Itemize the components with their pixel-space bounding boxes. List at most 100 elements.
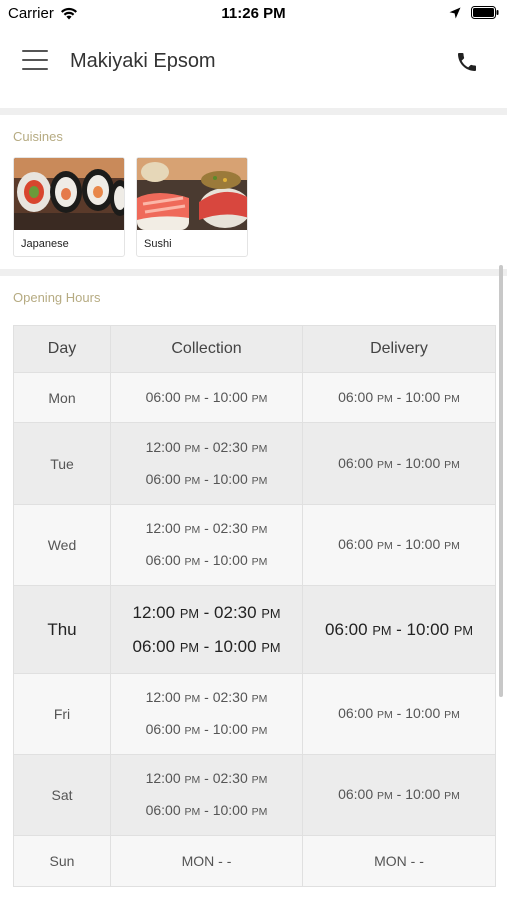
collection-time-slot: 06:00 PM - 10:00 PM	[145, 470, 268, 487]
ampm-label: PM	[184, 774, 201, 786]
table-row: Sun MON - - MON - -	[13, 835, 496, 887]
collection-time-slot: 12:00 PM - 02:30 PM	[145, 770, 268, 786]
ampm-label: PM	[444, 540, 460, 552]
delivery-time-slot: 06:00 PM - 10:00 PM	[325, 619, 473, 639]
ampm-label: PM	[184, 474, 201, 487]
time-value: 02:30	[214, 602, 257, 622]
scrollbar[interactable]	[499, 265, 503, 697]
opening-hours-body: Mon 06:00 PM - 10:00 PM 06:00 PM - 10:00 P…	[13, 372, 496, 887]
time-value: 06:00	[338, 388, 374, 405]
section-divider	[0, 269, 507, 276]
time-value: 06:00	[325, 619, 368, 639]
table-row: Thu 12:00 PM - 02:30 PM 06:00 PM - 10:00 P…	[13, 585, 496, 674]
ampm-label: PM	[444, 709, 460, 721]
time-value: 12:00	[145, 520, 181, 536]
time-value: 06:00	[338, 536, 374, 552]
time-value: 12:00	[132, 602, 176, 622]
day-cell: Wed	[13, 504, 111, 586]
collection-cell: 12:00 PM - 02:30 PM 06:00 PM - 10:00 PM	[110, 504, 303, 586]
page-title: Makiyaki Epsom	[70, 50, 216, 72]
time-value: 10:00	[214, 636, 257, 656]
section-divider	[0, 108, 507, 115]
cuisine-card-japanese[interactable]: Japanese	[13, 157, 125, 257]
column-header-collection: Collection	[110, 325, 303, 373]
sushi-food-image	[137, 158, 247, 230]
delivery-time-slot: 06:00 PM - 10:00 PM	[338, 786, 460, 802]
time-value: 06:00	[145, 552, 181, 568]
day-cell: Mon	[13, 372, 111, 423]
table-row: Sat 12:00 PM - 02:30 PM 06:00 PM - 10:00 P…	[13, 754, 496, 836]
location-arrow-icon	[449, 7, 461, 18]
opening-hours-label: Opening Hours	[13, 290, 101, 305]
delivery-time-slot: 06:00 PM - 10:00 PM	[338, 536, 460, 552]
ampm-label: PM	[261, 639, 281, 655]
ampm-label: PM	[251, 442, 268, 455]
ampm-label: PM	[251, 392, 268, 405]
time-value: 06:00	[145, 802, 181, 818]
delivery-time-slot: 06:00 PM - 10:00 PM	[338, 388, 460, 405]
day-cell: Sun	[13, 835, 111, 887]
time-value: 02:30	[212, 520, 248, 536]
collection-time-slot: 12:00 PM - 02:30 PM	[145, 689, 268, 705]
ampm-label: PM	[377, 709, 393, 721]
collection-time-slot: 06:00 PM - 10:00 PM	[145, 721, 268, 737]
cuisine-name: Japanese	[21, 238, 69, 250]
delivery-time-slot: 06:00 PM - 10:00 PM	[338, 705, 460, 721]
ampm-label: PM	[184, 524, 201, 536]
ampm-label: PM	[179, 605, 199, 621]
day-cell: Tue	[13, 422, 111, 505]
collection-cell: MON - -	[110, 835, 303, 887]
delivery-cell: 06:00 PM - 10:00 PM	[302, 422, 496, 505]
time-value: 10:00	[405, 786, 441, 802]
table-row: Wed 12:00 PM - 02:30 PM 06:00 PM - 10:00 P…	[13, 504, 496, 586]
ampm-label: PM	[184, 442, 201, 455]
time-value: 12:00	[145, 689, 181, 705]
collection-cell: 06:00 PM - 10:00 PM	[110, 372, 303, 423]
collection-time-slot: 12:00 PM - 02:30 PM	[145, 520, 268, 536]
day-cell: Sat	[13, 754, 111, 836]
collection-time-slot: 06:00 PM - 10:00 PM	[145, 802, 268, 818]
day-cell: Thu	[13, 585, 111, 674]
time-value: 06:00	[145, 470, 181, 487]
hamburger-menu-icon[interactable]	[22, 50, 48, 72]
ampm-label: PM	[184, 725, 201, 737]
collection-cell: 12:00 PM - 02:30 PM 06:00 PM - 10:00 PM	[110, 585, 303, 674]
ampm-label: PM	[377, 392, 393, 405]
ampm-label: PM	[444, 392, 460, 405]
cuisine-card-sushi[interactable]: Sushi	[136, 157, 248, 257]
battery-icon	[471, 6, 499, 19]
ampm-label: PM	[453, 622, 473, 638]
collection-time-slot: 06:00 PM - 10:00 PM	[145, 552, 268, 568]
app-header: Makiyaki Epsom	[0, 28, 507, 108]
delivery-time-slot: 06:00 PM - 10:00 PM	[338, 454, 460, 471]
collection-cell: 12:00 PM - 02:30 PM 06:00 PM - 10:00 PM	[110, 422, 303, 505]
time-value: 06:00	[338, 705, 374, 721]
status-time: 11:26 PM	[221, 5, 286, 22]
delivery-cell: MON - -	[302, 835, 496, 887]
time-value: 12:00	[145, 770, 181, 786]
ampm-label: PM	[184, 392, 201, 405]
collection-time-slot: 06:00 PM - 10:00 PM	[145, 388, 268, 405]
ampm-label: PM	[184, 806, 201, 818]
opening-hours-table: Day Collection Delivery Mon 06:00 PM - 10…	[13, 325, 496, 887]
time-value: 02:30	[212, 689, 248, 705]
time-value: 10:00	[212, 388, 248, 405]
ampm-label: PM	[444, 790, 460, 802]
japanese-food-image	[14, 158, 124, 230]
ampm-label: PM	[377, 458, 393, 471]
ampm-label: PM	[251, 693, 268, 705]
delivery-cell: 06:00 PM - 10:00 PM	[302, 504, 496, 586]
delivery-cell: 06:00 PM - 10:00 PM	[302, 372, 496, 423]
day-cell: Fri	[13, 673, 111, 755]
time-value: 10:00	[405, 705, 441, 721]
time-value: 12:00	[145, 438, 181, 455]
ampm-label: PM	[251, 474, 268, 487]
column-header-day: Day	[13, 325, 111, 373]
ampm-label: PM	[184, 693, 201, 705]
phone-icon[interactable]	[455, 50, 479, 74]
ampm-label: PM	[251, 725, 268, 737]
collection-time-slot: 06:00 PM - 10:00 PM	[132, 636, 281, 656]
table-row: Mon 06:00 PM - 10:00 PM 06:00 PM - 10:00 P…	[13, 372, 496, 423]
ampm-label: PM	[179, 639, 199, 655]
ampm-label: PM	[372, 622, 392, 638]
